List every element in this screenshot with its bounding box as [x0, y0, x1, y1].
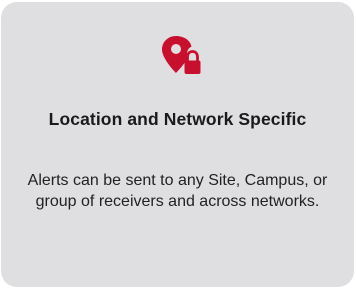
feature-card: Location and Network Specific Alerts can…	[1, 2, 354, 287]
card-title: Location and Network Specific	[48, 109, 307, 129]
card-description: Alerts can be sent to any Site, Campus, …	[27, 172, 328, 210]
location-lock-icon	[161, 35, 201, 77]
